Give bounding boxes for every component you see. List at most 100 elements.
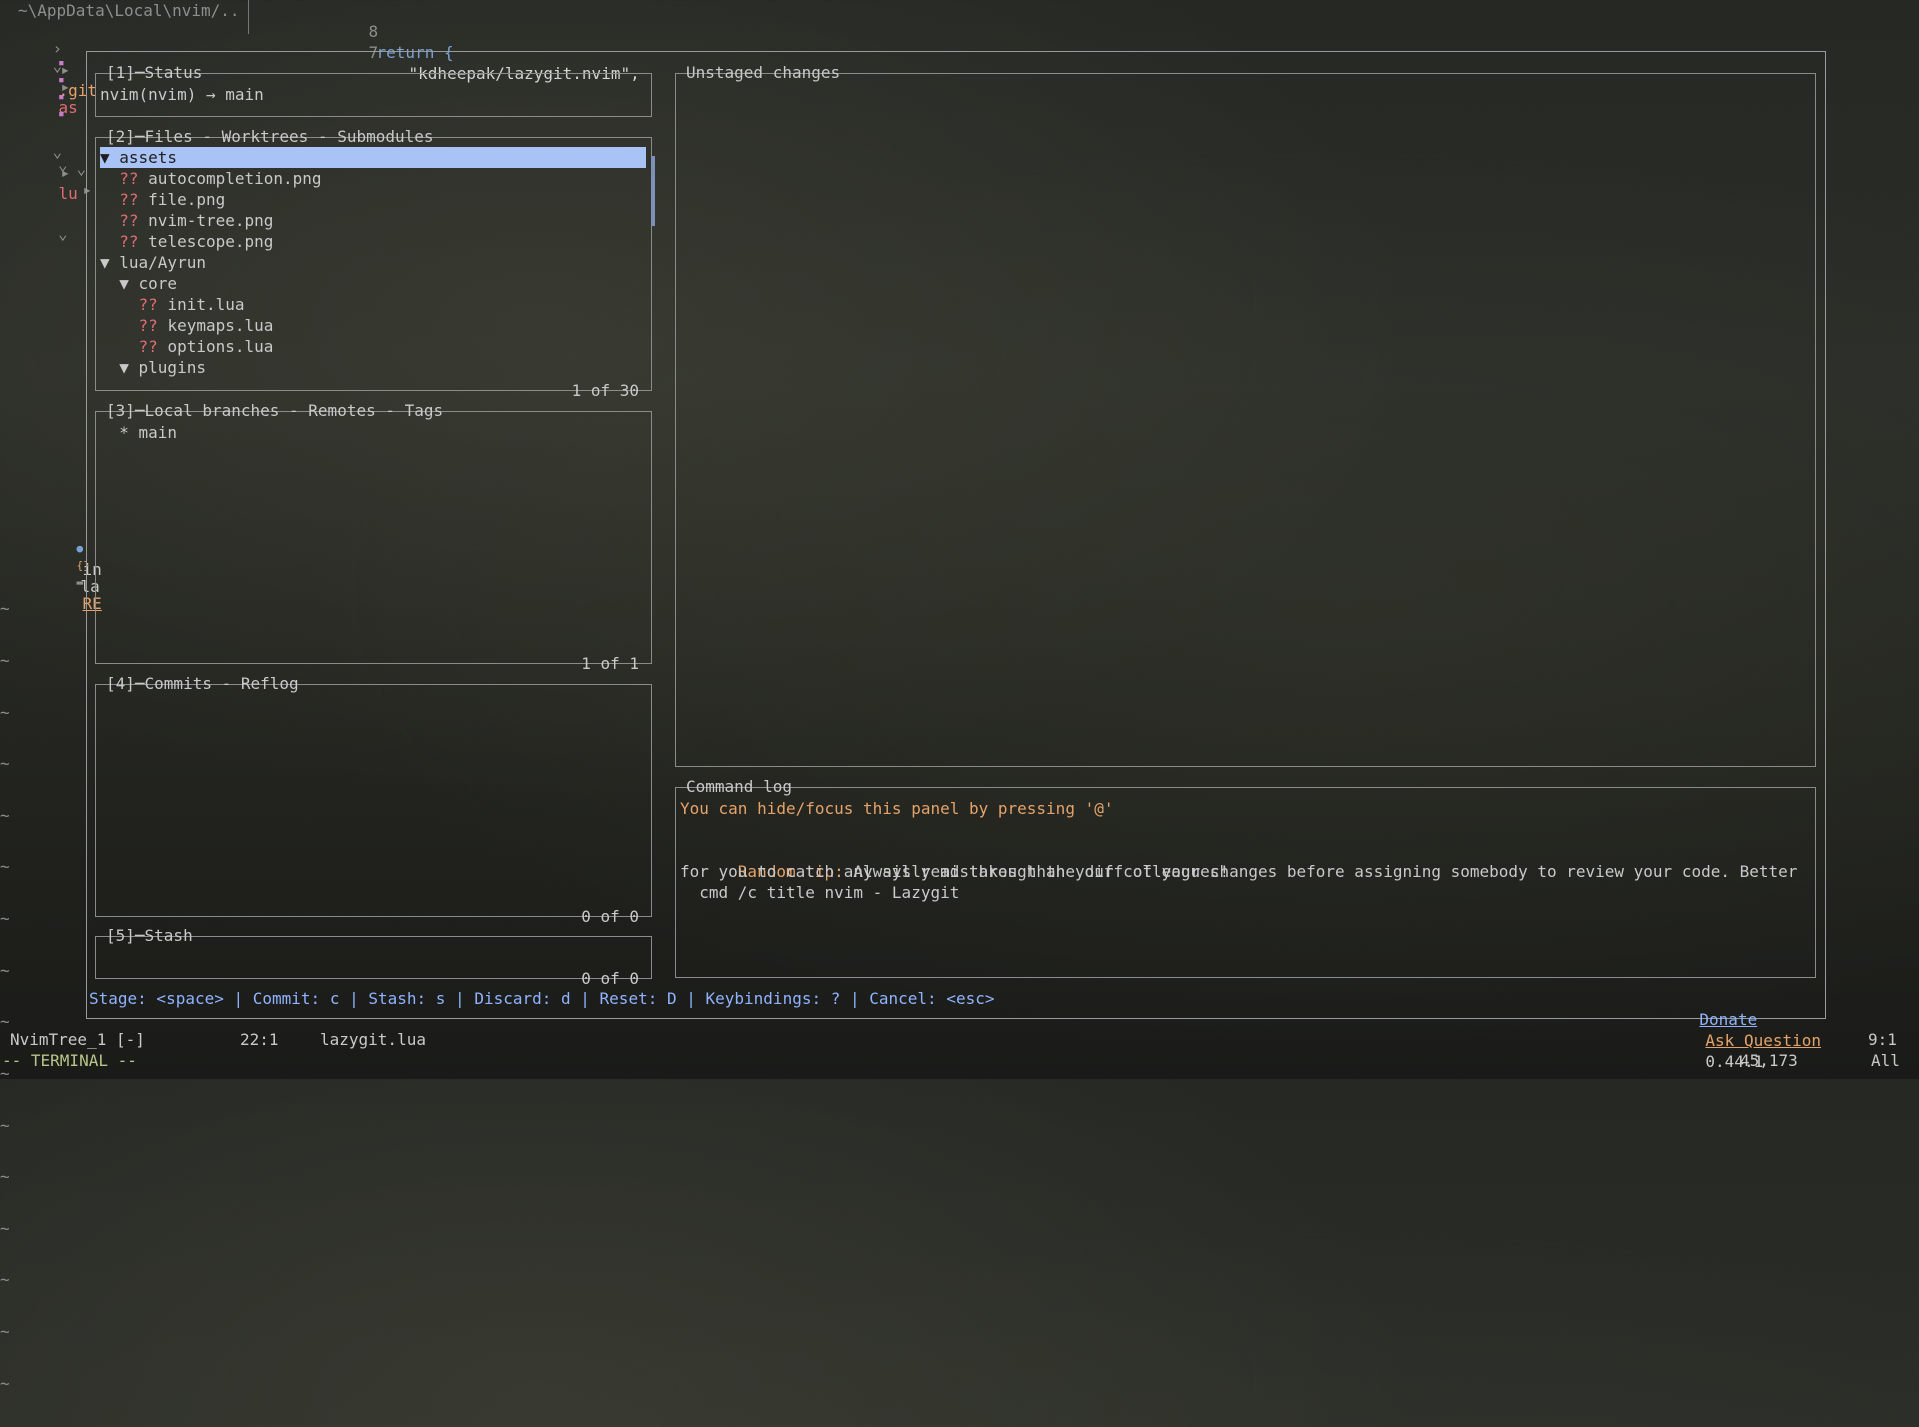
repo-branch-text: nvim(nvim) → main: [100, 85, 264, 104]
file-tree-row[interactable]: ▼ plugins: [100, 357, 646, 378]
cursor-position: 22:1: [240, 1030, 279, 1049]
unstaged-changes-panel[interactable]: Unstaged changes: [675, 63, 1816, 767]
empty-line-tildes: ~ ~ ~ ~ ~ ~ ~ ~ ~ ~ ~ ~ ~ ~ ~ ~: [0, 566, 39, 1426]
untracked-status: ??: [138, 337, 168, 356]
scroll-indicator: All: [1871, 1051, 1900, 1070]
file-name: lazygit.lua: [320, 1030, 426, 1049]
files-panel[interactable]: [2]─Files - Worktrees - Submodules ▼ ass…: [95, 127, 655, 400]
branches-panel[interactable]: [3]─Local branches - Remotes - Tags * ma…: [95, 401, 652, 673]
file-name: options.lua: [167, 337, 274, 356]
file-name: telescope.png: [148, 232, 274, 251]
file-tree-row[interactable]: ?? telescope.png: [100, 231, 646, 252]
expand-triangle-icon: ▼: [100, 148, 120, 167]
untracked-status: ??: [119, 211, 149, 230]
tilde: ~: [0, 960, 10, 980]
file-tree: ▼ assets ?? autocompletion.png ?? file.p…: [100, 147, 646, 378]
chevron-down-icon: ⌄: [58, 155, 68, 174]
markdown-file-icon: ▬: [76, 576, 84, 589]
file-tree-row[interactable]: ?? file.png: [100, 189, 646, 210]
tilde: ~: [0, 1218, 10, 1238]
keybinding-bar: Stage: <space> | Commit: c | Stash: s | …: [89, 989, 995, 1008]
chevron-down-icon: ⌄: [76, 159, 87, 178]
tilde: ~: [0, 1115, 10, 1135]
expand-triangle-icon: ▼: [100, 253, 120, 272]
panel-counter: 1 of 30: [571, 381, 639, 400]
expand-triangle-icon: ▼: [119, 274, 139, 293]
file-tree-row[interactable]: ▼ assets: [100, 147, 646, 168]
file-tree-row[interactable]: ?? nvim-tree.png: [100, 210, 646, 231]
panel-counter: 1 of 1: [581, 654, 639, 673]
file-name: lua/Ayrun: [119, 253, 206, 272]
tilde: ~: [0, 599, 10, 619]
expand-triangle-icon: ▼: [119, 358, 139, 377]
tip-text-continued: for you to catch any silly mistakes than…: [680, 862, 1230, 881]
panel-title: [5]─Stash: [106, 926, 193, 945]
untracked-status: ??: [119, 232, 149, 251]
file-tree-row[interactable]: ?? options.lua: [100, 336, 646, 357]
file-name: autocompletion.png: [148, 169, 322, 188]
command-log-panel[interactable]: Command log You can hide/focus this pane…: [675, 777, 1816, 978]
tilde: ~: [0, 909, 10, 929]
file-name: nvim-tree.png: [148, 211, 274, 230]
panel-title: [4]─Commits - Reflog: [106, 674, 299, 693]
chevron-down-icon: ⌄: [58, 224, 68, 243]
panel-counter: 0 of 0: [581, 907, 639, 926]
untracked-status: ??: [119, 190, 149, 209]
file-name: init.lua: [167, 295, 245, 314]
log-hint: You can hide/focus this panel by pressin…: [680, 799, 1114, 818]
lazygit-window[interactable]: [1]─Status nvim(nvim) → main [2]─Files -…: [86, 51, 1826, 1071]
file-tree-row[interactable]: ▼ lua/Ayrun: [100, 252, 646, 273]
file-tree-row[interactable]: ?? autocompletion.png: [100, 168, 646, 189]
status-panel[interactable]: [1]─Status nvim(nvim) → main: [95, 63, 652, 117]
file-name: keymaps.lua: [167, 316, 274, 335]
panel-title: Unstaged changes: [686, 63, 841, 82]
file-name: assets: [119, 148, 178, 167]
tilde: ~: [0, 651, 10, 671]
tree-item-subfolder[interactable]: ⌄ ▸: [38, 137, 93, 221]
tilde: ~: [0, 857, 10, 877]
buffer-name: NvimTree_1 [-]: [10, 1030, 145, 1049]
file-name: plugins: [138, 358, 206, 377]
untracked-status: ??: [138, 316, 168, 335]
tilde: ~: [0, 1167, 10, 1187]
file-tree-row[interactable]: ?? init.lua: [100, 294, 646, 315]
tilde: ~: [0, 805, 10, 825]
scrollbar[interactable]: [651, 156, 655, 226]
panel-title: [3]─Local branches - Remotes - Tags: [106, 401, 444, 420]
tilde: ~: [0, 1270, 10, 1290]
log-command: cmd /c title nvim - Lazygit: [680, 883, 960, 902]
stash-panel[interactable]: [5]─Stash 0 of 0: [95, 926, 652, 988]
tilde: ~: [0, 1321, 10, 1341]
untracked-status: ??: [138, 295, 168, 314]
file-tree-row[interactable]: ▼ core: [100, 273, 646, 294]
keybar-right: Donate Ask Question 0.44.1: [1661, 988, 1821, 1093]
tilde: ~: [0, 754, 10, 774]
commits-panel[interactable]: [4]─Commits - Reflog 0 of 0: [95, 674, 652, 926]
panel-title: [2]─Files - Worktrees - Submodules: [106, 127, 434, 146]
vertical-separator: [248, 0, 249, 34]
file-name: file.png: [148, 190, 226, 209]
file-name: core: [138, 274, 178, 293]
ask-question-link[interactable]: Ask Question: [1705, 1031, 1821, 1050]
panel-counter: 0 of 0: [581, 969, 639, 988]
tilde: ~: [0, 1012, 10, 1032]
ruler: 45,173: [1740, 1051, 1798, 1070]
panel-title: [1]─Status: [106, 63, 203, 82]
branch-item[interactable]: * main: [100, 422, 177, 443]
file-tree-row[interactable]: ?? keymaps.lua: [100, 315, 646, 336]
untracked-status: ??: [119, 169, 149, 188]
mode-indicator: -- TERMINAL --: [2, 1051, 137, 1070]
donate-link[interactable]: Donate: [1699, 1010, 1757, 1029]
tilde: ~: [0, 1373, 10, 1393]
panel-title: Command log: [686, 777, 792, 796]
tilde: ~: [0, 702, 10, 722]
